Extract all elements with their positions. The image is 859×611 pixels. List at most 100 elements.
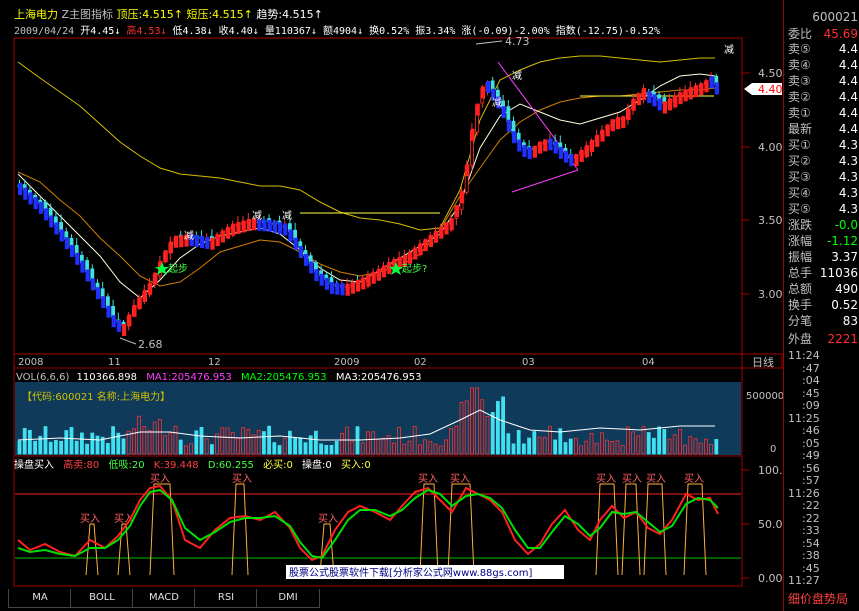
jian-label-5: 减 — [512, 70, 522, 82]
ribbon-segment — [85, 269, 90, 282]
volume-bar — [194, 430, 199, 455]
volume-bar — [69, 427, 74, 455]
ribbon-segment — [267, 219, 272, 232]
indicator-header: 操盘买入 高卖:80 低吸:20 K:39.448 D:60.255 必买:0 … — [14, 458, 371, 471]
ribbon-segment — [335, 282, 340, 295]
ribbon-segment — [179, 235, 184, 248]
candlestick-series — [17, 72, 719, 331]
date-tick: 2009 — [334, 357, 359, 368]
quote-label: 卖④ — [788, 58, 811, 72]
bottom-label[interactable]: 细价盘势局 — [788, 592, 859, 607]
volume-bar — [54, 439, 58, 455]
volume-bar — [48, 441, 53, 455]
ribbon-segment — [434, 230, 439, 243]
tick-time: :04 — [788, 375, 859, 387]
volume-bar — [672, 434, 677, 455]
tick-time: 11:26 — [788, 488, 859, 500]
volume-bar — [350, 441, 355, 455]
volume-bar — [298, 437, 303, 455]
quote-label: 卖⑤ — [788, 42, 811, 56]
volume-bar — [152, 421, 157, 455]
volume-bar — [626, 426, 630, 455]
volume-bar — [469, 387, 474, 455]
tab-dmi[interactable]: DMI — [256, 589, 320, 608]
tab-rsi[interactable]: RSI — [194, 589, 258, 608]
ribbon-segment — [319, 273, 324, 286]
volume-bar — [209, 444, 214, 455]
watermark: 股票公式股票软件下载[分析家公式网www.88gs.com] — [289, 566, 533, 579]
ribbon-segment — [673, 95, 678, 108]
bid-row: 买② 4.3 — [788, 154, 859, 169]
low-annotation-leader — [119, 337, 137, 345]
ribbon-segment — [127, 314, 132, 327]
volume-bar — [360, 442, 365, 455]
tick-time-label: 11:26 — [788, 487, 820, 500]
price-axis: 4.50 4.00 3.50 3.00 — [742, 67, 783, 301]
ribbon-segment — [605, 124, 610, 137]
tab-boll[interactable]: BOLL — [70, 589, 134, 608]
volume-bar — [464, 400, 469, 455]
volume-bar — [282, 437, 287, 455]
volume-bar — [90, 432, 95, 455]
volume-bar — [329, 445, 334, 455]
ribbon-segment — [80, 260, 85, 273]
volume-bar — [443, 439, 448, 455]
period-label[interactable]: 日线 — [752, 355, 774, 369]
volume-bar — [371, 431, 376, 455]
stat-row: 总手 11036 — [788, 266, 859, 281]
ribbon-segment — [174, 235, 179, 248]
volume-bar — [605, 439, 609, 455]
tick-time-label: :33 — [802, 525, 820, 537]
middle-band-line — [17, 73, 716, 299]
ribbon-segment — [647, 91, 652, 104]
volume-bar — [516, 429, 521, 455]
ribbon-segment — [527, 147, 532, 160]
buy-spikes — [85, 483, 707, 576]
ribbon-segment — [96, 287, 101, 300]
ribbon-segment — [449, 218, 454, 231]
quote-value: 3.37 — [831, 250, 858, 264]
volume-bar — [600, 432, 604, 455]
volume-bar — [137, 415, 142, 455]
volume-bar — [293, 437, 298, 455]
volume-bar — [267, 425, 272, 455]
quote-panel: 600021 委比 45.69 最新 4.4 外盘 2221 细价盘势局 卖⑤ 4.4 卖… — [783, 0, 859, 611]
ribbon-segment — [101, 296, 106, 309]
volume-bar — [417, 444, 422, 455]
ribbon-segment — [522, 144, 527, 157]
buy-mark: 买入 — [596, 473, 616, 485]
volume-bar — [303, 442, 308, 455]
tab-ma[interactable]: MA — [8, 589, 72, 608]
tick-time: 11:27 — [788, 575, 859, 587]
ribbon-segment — [694, 85, 699, 98]
volume-bar — [22, 428, 27, 455]
ribbon-segment — [33, 197, 38, 210]
volume-bar — [506, 433, 511, 455]
vol-ma2: MA2:205476.953 — [241, 372, 327, 383]
ribbon-segment — [683, 89, 688, 102]
quote-value: 4.4 — [838, 90, 858, 104]
volume-bar — [412, 426, 417, 455]
volume-bar — [246, 429, 251, 455]
volume-bar — [59, 440, 63, 455]
stock-code: 600021 — [812, 10, 858, 24]
ribbon-segment — [236, 222, 241, 235]
volume-bar — [485, 416, 490, 455]
ribbon-segment — [293, 237, 298, 250]
tab-macd[interactable]: MACD — [132, 589, 196, 608]
volume-bar — [33, 440, 37, 455]
volume-bar — [475, 387, 480, 455]
date-axis: 2008 11 12 2009 02 03 04 日线 — [18, 355, 774, 369]
tick-time: :22 — [788, 513, 859, 525]
volume-bar — [631, 431, 635, 455]
stat-row: 振幅 3.37 — [788, 250, 859, 265]
volume-bar — [391, 442, 396, 455]
buy-mark: 买入 — [450, 473, 470, 485]
chart-canvas[interactable]: 4.50 4.00 3.50 3.00 4.40 2.68 4.73 减 减 减… — [0, 0, 783, 611]
jian-label-6: 减 — [724, 44, 734, 56]
buy-mark: 买入 — [646, 473, 666, 485]
tick-time: :22 — [788, 500, 859, 512]
ribbon-segment — [116, 319, 121, 332]
ribbon-segment — [262, 219, 267, 232]
trend-line-lower — [511, 169, 579, 193]
